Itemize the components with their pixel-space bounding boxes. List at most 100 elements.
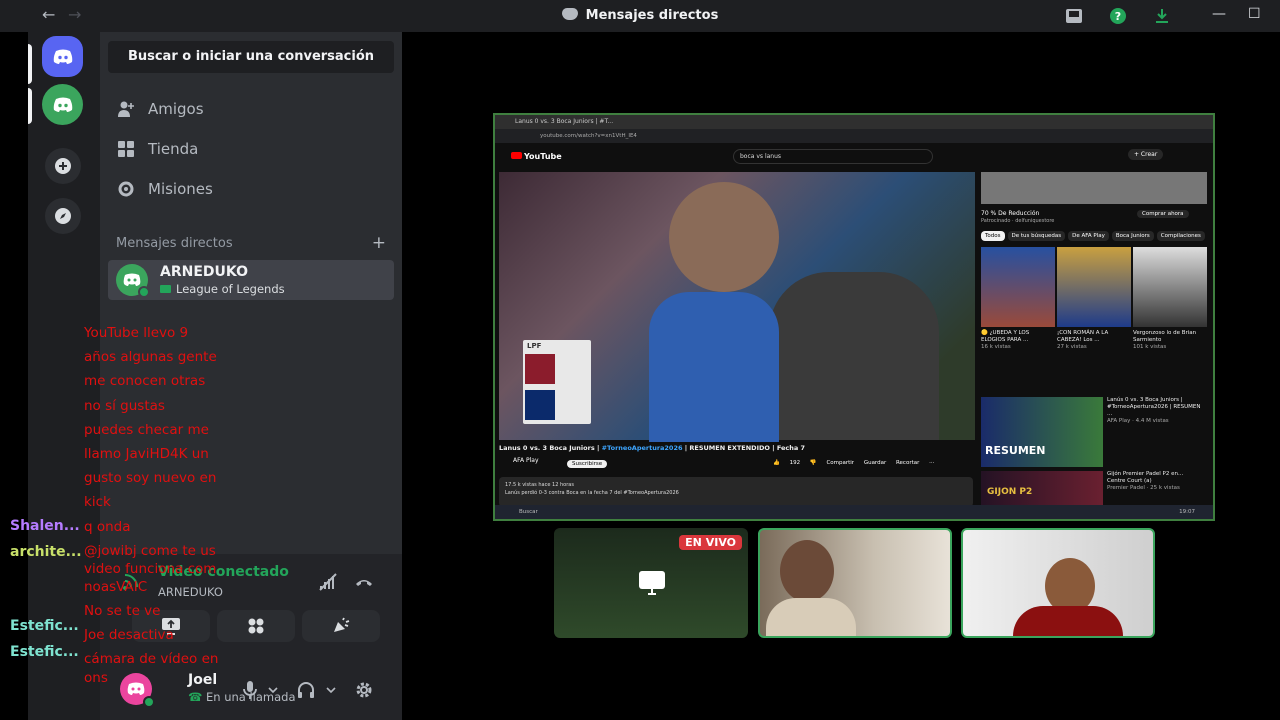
participant-tile[interactable]: [758, 528, 952, 638]
overlay-line: Joe desactiva: [84, 627, 174, 644]
discord-icon: [561, 8, 578, 20]
chip: Boca Juniors: [1111, 231, 1154, 241]
youtube-create: + Crear: [1128, 149, 1164, 160]
overlay-line: puedes checar me: [84, 421, 209, 438]
home-button[interactable]: [42, 36, 83, 77]
subscribe-button: Suscribirse: [567, 460, 608, 468]
discover-button[interactable]: [45, 198, 81, 234]
help-icon[interactable]: ?: [1109, 7, 1127, 25]
ad-banner: [981, 172, 1207, 204]
activities-button[interactable]: [217, 610, 295, 642]
add-server-button[interactable]: [45, 148, 81, 184]
dm-header-label: Mensajes directos: [116, 236, 233, 251]
online-status-icon: [143, 696, 155, 708]
youtube-logo-text: YouTube: [524, 152, 562, 161]
chip: De tus búsquedas: [1007, 231, 1066, 241]
overlay-line: video funciona com: [84, 561, 217, 578]
short-caption: ¡CON ROMÁN A LA CABEZA! Los ... 27 k vist…: [1057, 327, 1131, 351]
overlay-chat-name: Shalen...: [10, 518, 80, 534]
video-figure: [649, 292, 779, 442]
short-views: 27 k vistas: [1057, 344, 1087, 350]
short-views: 101 k vistas: [1133, 344, 1167, 350]
server-icon[interactable]: [42, 84, 83, 125]
short-item: ¡CON ROMÁN A LA CABEZA! Los ... 27 k vist…: [1057, 247, 1131, 359]
stream-tile[interactable]: EN VIVO: [554, 528, 748, 638]
video-title-hashtag: #TorneoApertura2026: [601, 444, 683, 452]
overlay-line: llamo JaviHD4K un: [84, 446, 209, 463]
game-icon: [160, 285, 171, 293]
short-title: Vergonzoso lo de Brian Sarmiento: [1133, 330, 1197, 343]
quests-icon: [116, 179, 136, 199]
rec-thumb-text: GIJON P2: [987, 487, 1033, 497]
activities-icon: [248, 618, 264, 634]
plus-icon: [55, 158, 71, 174]
nav-quests[interactable]: Misiones: [116, 172, 213, 206]
chevron-down-icon[interactable]: [268, 686, 278, 694]
rec-title: Lanús 0 vs. 3 Boca Juniors | #TorneoAper…: [1107, 397, 1201, 417]
boca-crest: [525, 390, 555, 420]
overlay-line: YouTube llevo 9: [84, 325, 189, 341]
short-title: 🟡 ¿UBEDA Y LOS ELOGIOS PARA ...: [981, 330, 1030, 343]
overlay-line: no sí gustas: [84, 397, 165, 414]
microphone-icon[interactable]: [242, 680, 258, 700]
overlay-line: cámara de vídeo en: [84, 651, 219, 668]
nav-friends[interactable]: Amigos: [116, 92, 204, 126]
dm-name: ARNEDUKO: [160, 264, 249, 280]
nav-friends-label: Amigos: [148, 100, 204, 118]
youtube-header: YouTube boca vs lanus + Crear: [495, 143, 1213, 171]
overlay-chat-name: Estefic...: [10, 618, 79, 634]
dm-section-header: Mensajes directos +: [116, 233, 386, 253]
taskbar-clock: 19:07: [1179, 509, 1195, 515]
screen-share-stream[interactable]: Lanus 0 vs. 3 Boca Juniors | #T... youtu…: [493, 113, 1215, 521]
rec-meta: AFA Play · 4.4 M vistas: [1107, 418, 1169, 424]
video-actions: 👍 192 👎 Compartir Guardar Recortar ···: [773, 460, 935, 466]
short-thumbnail: [1057, 247, 1131, 327]
ad-title-text: 70 % De Reducción: [981, 210, 1040, 217]
soundboard-icon: [334, 617, 350, 632]
new-dm-plus-icon[interactable]: +: [372, 233, 386, 253]
minimize-icon[interactable]: —: [1212, 6, 1226, 22]
windows-taskbar: Buscar 19:07: [495, 505, 1213, 519]
youtube-play-icon: [511, 152, 522, 159]
short-item: 🟡 ¿UBEDA Y LOS ELOGIOS PARA ... 16 k vist…: [981, 247, 1055, 359]
live-badge: EN VIVO: [679, 535, 742, 550]
headphones-icon[interactable]: [296, 680, 316, 700]
participant-figure: [766, 598, 856, 636]
participant-tile[interactable]: [961, 528, 1155, 638]
download-icon[interactable]: [1153, 7, 1171, 25]
title-bar: ← → Mensajes directos ? — ☐: [0, 0, 1280, 32]
scoreboard: LPF: [523, 340, 591, 424]
nav-shop-label: Tienda: [148, 140, 199, 158]
selected-indicator: [28, 44, 32, 84]
chip: Todos: [981, 231, 1005, 241]
nav-shop[interactable]: Tienda: [116, 132, 198, 166]
inbox-icon[interactable]: [1065, 7, 1083, 25]
maximize-icon[interactable]: ☐: [1248, 6, 1261, 22]
compass-icon: [55, 208, 71, 224]
friends-icon: [116, 99, 136, 119]
gear-icon[interactable]: [354, 680, 374, 700]
overlay-line: noasVAIC: [84, 579, 148, 596]
discord-logo-icon: [53, 97, 72, 112]
search-button[interactable]: Buscar o iniciar una conversación: [108, 41, 394, 73]
short-title: ¡CON ROMÁN A LA CABEZA! Los ...: [1057, 330, 1109, 343]
nav-quests-label: Misiones: [148, 180, 213, 198]
disconnect-icon[interactable]: [354, 572, 374, 592]
rec-meta: Premier Padel · 25 k vistas: [1107, 485, 1180, 491]
participant-figure: [780, 540, 834, 602]
dm-item-arneduko[interactable]: ARNEDUKO League of Legends: [108, 260, 394, 300]
soundboard-button[interactable]: [302, 610, 380, 642]
server-indicator: [28, 88, 32, 124]
recommended-video: RESUMEN Lanús 0 vs. 3 Boca Juniors | #To…: [981, 397, 1207, 467]
dm-activity: League of Legends: [160, 282, 285, 296]
chevron-down-icon[interactable]: [326, 686, 336, 694]
video-figure: [769, 272, 939, 440]
overlay-chat-name: archite...: [10, 544, 82, 560]
rec-title: Gijón Premier Padel P2 en... Centre Cour…: [1107, 471, 1184, 484]
noise-suppression-icon[interactable]: [318, 572, 338, 592]
overlay-line: q onda: [84, 518, 131, 535]
short-caption: Vergonzoso lo de Brian Sarmiento 101 k vi…: [1133, 327, 1207, 351]
shorts-row: 🟡 ¿UBEDA Y LOS ELOGIOS PARA ... 16 k vist…: [981, 247, 1207, 359]
short-caption: 🟡 ¿UBEDA Y LOS ELOGIOS PARA ... 16 k vist…: [981, 327, 1055, 351]
ad-sub-text: Patrocinado · delfuniquestore: [981, 218, 1055, 224]
